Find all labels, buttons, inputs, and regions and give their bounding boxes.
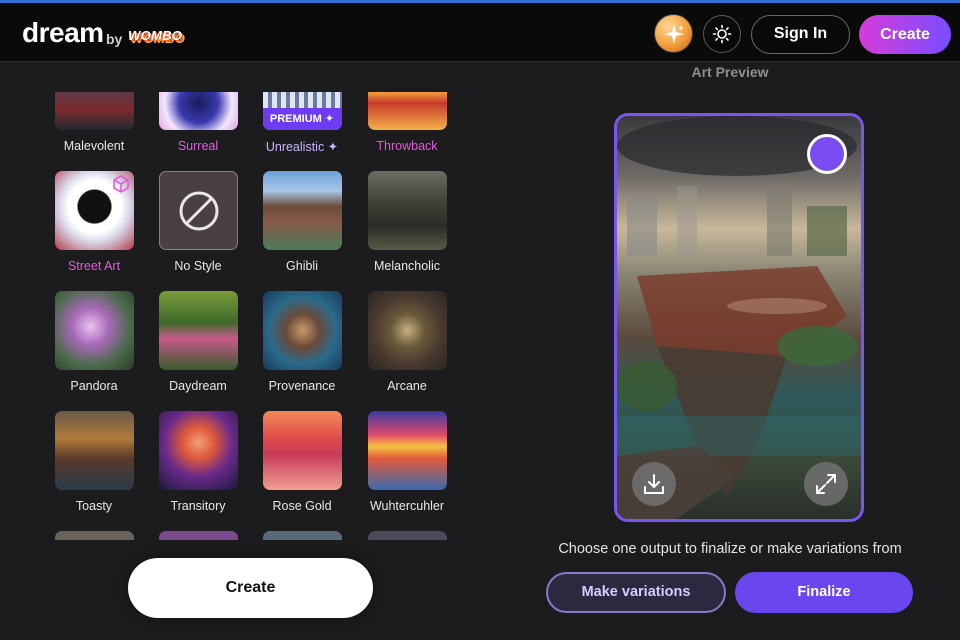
style-tile-arcane[interactable]: Arcane (355, 291, 459, 393)
style-tile-unrealistic[interactable]: PREMIUM ✦ Unrealistic ✦ (250, 92, 354, 154)
style-label: Transitory (170, 499, 226, 513)
top-bar: dream by WOMBO Sign In Create (0, 0, 960, 62)
style-thumbnail (262, 531, 342, 540)
style-tile-rose-gold[interactable]: Rose Gold (250, 411, 354, 513)
style-thumbnail (54, 411, 134, 490)
sun-icon (712, 24, 732, 44)
style-thumbnail (367, 171, 447, 250)
style-tile-provenance[interactable]: Provenance (250, 291, 354, 393)
theme-toggle-button[interactable] (703, 15, 741, 53)
header-create-button[interactable]: Create (859, 15, 951, 54)
style-label: Ghibli (286, 259, 318, 273)
dream-logo[interactable]: dream (22, 17, 104, 49)
premium-badge: PREMIUM ✦ (262, 108, 342, 130)
style-thumbnail (54, 92, 134, 130)
no-style-icon (179, 191, 218, 231)
style-label: Unrealistic ✦ (265, 140, 339, 154)
style-tile-wuhtercuhler[interactable]: Wuhtercuhler (355, 411, 459, 513)
style-tile-pandora[interactable]: Pandora (42, 291, 146, 393)
style-thumbnail: PREMIUM ✦ (262, 92, 342, 130)
style-tile-surreal[interactable]: Surreal (146, 92, 250, 153)
preview-hint-text: Choose one output to finalize or make va… (558, 541, 902, 557)
style-tile-throwback[interactable]: Throwback (355, 92, 459, 153)
style-tile-partial[interactable] (250, 531, 354, 540)
style-thumbnail (158, 171, 238, 250)
art-preview-title: Art Preview (691, 64, 769, 80)
style-label: Arcane (387, 379, 427, 393)
style-label: Surreal (177, 139, 219, 153)
style-label: Street Art (67, 259, 121, 273)
style-thumbnail (262, 411, 342, 490)
select-output-radio[interactable] (807, 134, 847, 174)
style-tile-partial[interactable] (355, 531, 459, 540)
style-thumbnail (367, 291, 447, 370)
expand-button[interactable] (804, 462, 848, 506)
generated-artwork (617, 116, 861, 519)
style-thumbnail (158, 411, 238, 490)
sparkle-icon (664, 24, 684, 44)
style-label: Toasty (75, 499, 113, 513)
style-tile-melancholic[interactable]: Melancholic (355, 171, 459, 273)
style-thumbnail (54, 531, 134, 540)
wombo-logo[interactable]: WOMBO (128, 28, 182, 43)
style-thumbnail (367, 92, 447, 130)
style-thumbnail (54, 171, 134, 250)
style-grid[interactable]: Malevolent Surreal PREMIUM ✦ Unrealistic… (40, 92, 470, 540)
expand-icon (816, 474, 836, 494)
style-tile-ghibli[interactable]: Ghibli (250, 171, 354, 273)
style-thumbnail (262, 291, 342, 370)
download-icon (644, 474, 664, 494)
finalize-button[interactable]: Finalize (735, 572, 913, 613)
style-label: Malevolent (63, 139, 125, 153)
style-tile-partial[interactable] (42, 531, 146, 540)
style-thumbnail (158, 531, 238, 540)
style-label: No Style (174, 259, 222, 273)
style-thumbnail (262, 171, 342, 250)
profile-avatar[interactable] (654, 14, 693, 53)
cube-icon (112, 175, 129, 193)
style-tile-transitory[interactable]: Transitory (146, 411, 250, 513)
style-thumbnail (367, 531, 447, 540)
style-thumbnail (54, 291, 134, 370)
make-variations-button[interactable]: Make variations (546, 572, 726, 613)
style-label: Daydream (169, 379, 227, 393)
style-label: Pandora (70, 379, 118, 393)
sign-in-button[interactable]: Sign In (751, 15, 850, 54)
art-preview-image[interactable] (614, 113, 864, 522)
download-button[interactable] (632, 462, 676, 506)
create-button[interactable]: Create (128, 558, 373, 618)
style-label: Provenance (268, 379, 336, 393)
style-tile-daydream[interactable]: Daydream (146, 291, 250, 393)
style-thumbnail (367, 411, 447, 490)
style-tile-malevolent[interactable]: Malevolent (42, 92, 146, 153)
style-tile-no-style[interactable]: No Style (146, 171, 250, 273)
style-label: Melancholic (373, 259, 440, 273)
style-tile-toasty[interactable]: Toasty (42, 411, 146, 513)
style-tile-street-art[interactable]: Street Art (42, 171, 146, 273)
style-tile-partial[interactable] (146, 531, 250, 540)
style-thumbnail (158, 92, 238, 130)
style-label: Throwback (376, 139, 438, 153)
logo-by-text: by (106, 31, 123, 47)
style-thumbnail (158, 291, 238, 370)
style-label: Rose Gold (272, 499, 332, 513)
style-label: Wuhtercuhler (369, 499, 445, 513)
